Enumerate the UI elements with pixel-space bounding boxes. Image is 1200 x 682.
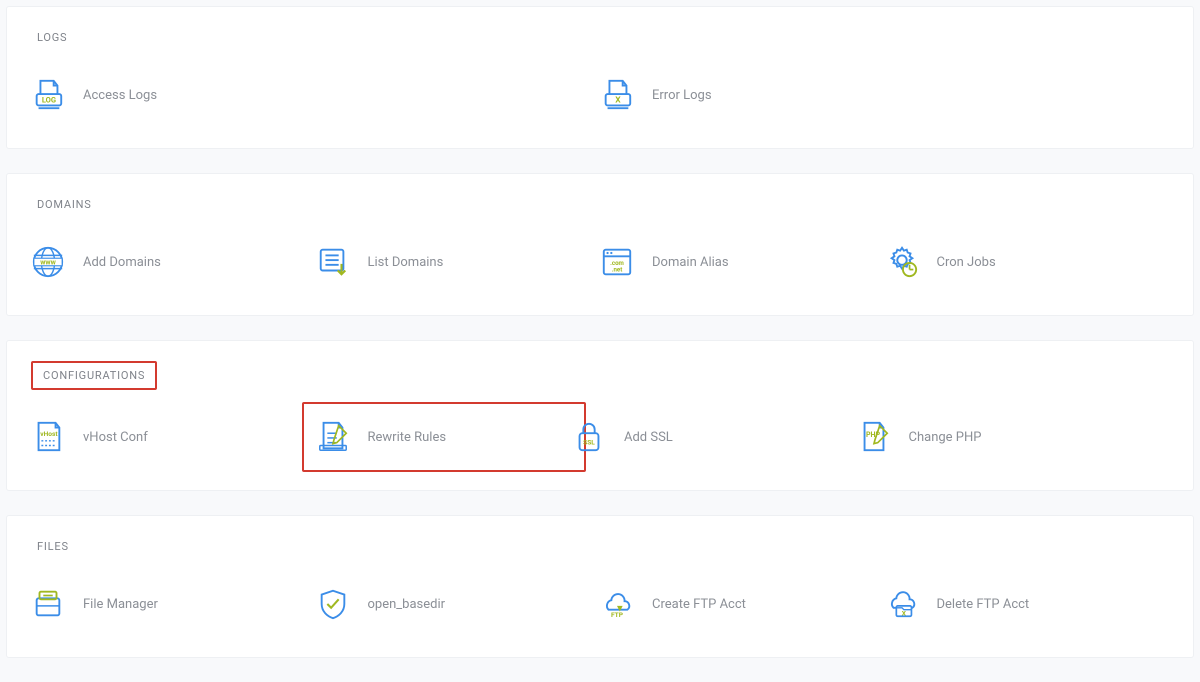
item-rewrite-rules[interactable]: Rewrite Rules xyxy=(302,402,587,472)
browser-domain-icon: .com .net xyxy=(600,245,634,279)
section-title-configurations: CONFIGURATIONS xyxy=(31,361,157,390)
svg-text:LOG: LOG xyxy=(42,96,56,105)
item-list-domains[interactable]: List Domains xyxy=(316,239,601,285)
item-access-logs[interactable]: LOG Access Logs xyxy=(31,72,600,118)
gear-clock-icon xyxy=(885,245,919,279)
item-label: Error Logs xyxy=(652,88,712,103)
item-vhost-conf[interactable]: vHost vHost Conf xyxy=(31,414,316,460)
vhost-file-icon: vHost xyxy=(31,420,65,454)
svg-text:SSL: SSL xyxy=(583,439,595,447)
item-label: open_basedir xyxy=(368,597,446,612)
ssl-lock-icon: SSL xyxy=(572,420,606,454)
item-add-ssl[interactable]: SSL Add SSL xyxy=(572,414,857,460)
svg-text:FTP: FTP xyxy=(611,611,624,619)
item-label: Add SSL xyxy=(624,430,673,445)
section-logs: LOGS LOG Access Logs X xyxy=(6,6,1194,149)
item-label: Delete FTP Acct xyxy=(937,597,1030,612)
svg-text:vHost: vHost xyxy=(40,430,58,438)
cloud-ftp-download-icon: FTP xyxy=(600,587,634,621)
svg-text:X: X xyxy=(615,96,621,106)
section-title-files: FILES xyxy=(31,536,75,557)
item-label: Add Domains xyxy=(83,255,161,270)
item-delete-ftp-acct[interactable]: X Delete FTP Acct xyxy=(885,581,1170,627)
shield-check-icon xyxy=(316,587,350,621)
item-label: Cron Jobs xyxy=(937,255,996,270)
item-domain-alias[interactable]: .com .net Domain Alias xyxy=(600,239,885,285)
item-label: Access Logs xyxy=(83,88,157,103)
cloud-folder-delete-icon: X xyxy=(885,587,919,621)
php-file-edit-icon: PHP xyxy=(857,420,891,454)
list-download-icon xyxy=(316,245,350,279)
item-cron-jobs[interactable]: Cron Jobs xyxy=(885,239,1170,285)
item-label: List Domains xyxy=(368,255,444,270)
svg-text:www: www xyxy=(40,257,56,266)
item-change-php[interactable]: PHP Change PHP xyxy=(857,414,1142,460)
item-file-manager[interactable]: File Manager xyxy=(31,581,316,627)
item-label: Change PHP xyxy=(909,430,982,445)
item-label: vHost Conf xyxy=(83,430,148,445)
section-files: FILES File Manager open_basedir xyxy=(6,515,1194,658)
item-add-domains[interactable]: www Add Domains xyxy=(31,239,316,285)
edit-file-icon xyxy=(316,420,350,454)
item-create-ftp-acct[interactable]: FTP Create FTP Acct xyxy=(600,581,885,627)
section-title-domains: DOMAINS xyxy=(31,194,98,215)
error-log-file-icon: X xyxy=(600,78,634,112)
folder-drawer-icon xyxy=(31,587,65,621)
item-label: File Manager xyxy=(83,597,158,612)
svg-text:.net: .net xyxy=(612,266,623,273)
item-label: Create FTP Acct xyxy=(652,597,746,612)
item-error-logs[interactable]: X Error Logs xyxy=(600,72,1169,118)
section-domains: DOMAINS www Add Domains xyxy=(6,173,1194,316)
item-label: Domain Alias xyxy=(652,255,729,270)
log-file-icon: LOG xyxy=(31,78,65,112)
item-open-basedir[interactable]: open_basedir xyxy=(316,581,601,627)
section-configurations: CONFIGURATIONS vHost vHost Conf xyxy=(6,340,1194,491)
globe-www-icon: www xyxy=(31,245,65,279)
section-title-logs: LOGS xyxy=(31,27,73,48)
item-label: Rewrite Rules xyxy=(368,430,447,445)
